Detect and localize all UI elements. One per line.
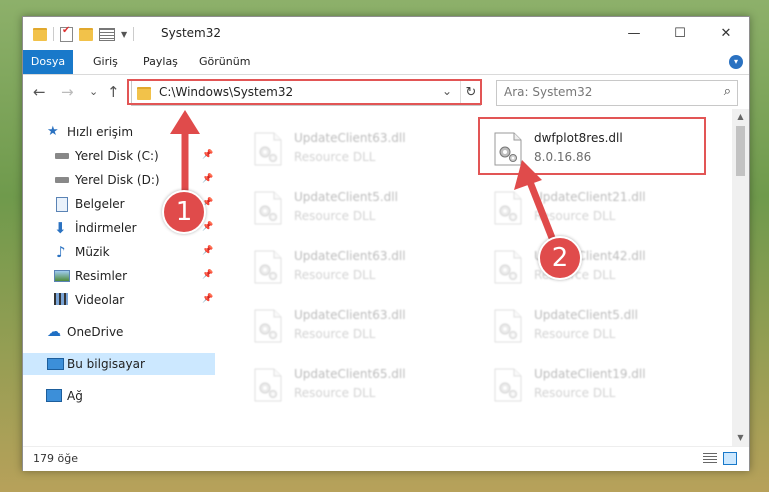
arrow-2 xyxy=(514,160,560,250)
step-2-badge: 2 xyxy=(538,236,582,280)
step-1-badge: 1 xyxy=(162,190,206,234)
arrow-1 xyxy=(170,110,200,200)
annotation-arrows xyxy=(170,110,560,250)
